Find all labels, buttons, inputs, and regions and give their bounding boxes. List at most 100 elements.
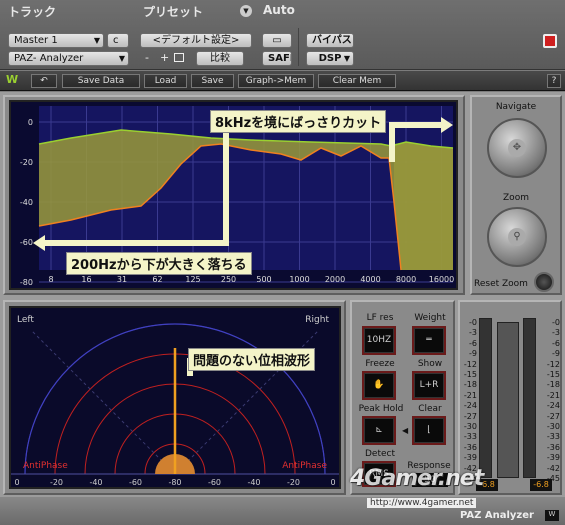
clear-mem-button[interactable]: Clear Mem (318, 74, 396, 88)
peak-hold-label: Peak Hold (358, 404, 404, 414)
watermark-logo: 4Gamer.net (350, 466, 484, 491)
dsp-label: DSP (318, 53, 342, 64)
preset-plus-button[interactable]: + (160, 51, 169, 64)
magnifier-icon: ⚲ (508, 228, 526, 246)
meter-scale-tick: -27 (546, 411, 560, 421)
y-tick-label: -20 (20, 158, 33, 167)
peak-hold-button[interactable]: ⊾ (362, 416, 396, 445)
weight-label: Weight (414, 313, 446, 323)
watermark-url: http://www.4gamer.net (367, 498, 477, 508)
lf-res-value: 10HZ (366, 335, 392, 345)
left-label: Left (17, 315, 34, 325)
position-display[interactable]: 0 -20 -40 -60 -80 -60 -40 -20 0 Left Right AntiP… (9, 306, 341, 489)
meter-scale-tick: -6 (469, 338, 477, 348)
channel-button[interactable]: c (107, 33, 129, 48)
position-x-tick: -20 (287, 478, 300, 487)
help-button[interactable]: ? (547, 74, 561, 88)
meter-scale-tick: -0 (552, 318, 560, 327)
automation-icon[interactable]: ▭ (262, 33, 292, 48)
annot-arrow-bottom (39, 240, 229, 246)
meter-scale-tick: -12 (546, 359, 560, 369)
meter-scale-tick: -3 (469, 328, 477, 338)
position-x-tick: -40 (247, 478, 260, 487)
meter-right-1 (523, 318, 536, 478)
copy-icon[interactable] (174, 53, 184, 62)
right-label: Right (305, 315, 329, 325)
meter-left-1 (479, 318, 492, 478)
meter-left-2 (497, 322, 519, 478)
chevron-down-icon: ▼ (118, 54, 125, 63)
x-tick-label: 8 (48, 275, 53, 284)
meter-scale-tick: -12 (463, 359, 477, 369)
meter-scale-tick: -15 (463, 370, 477, 379)
zoom-pad[interactable]: ⚲ (487, 207, 547, 267)
preset-minus-button[interactable]: - (145, 51, 149, 64)
y-tick-label: -40 (20, 198, 33, 207)
position-x-tick: 0 (14, 478, 19, 487)
undo-icon[interactable]: ↶ (31, 74, 57, 88)
clear-label: Clear (418, 404, 442, 414)
reset-zoom-button[interactable] (534, 272, 554, 292)
safe-button[interactable]: SAFE (262, 51, 292, 66)
navigate-pad[interactable]: ✥ (487, 118, 547, 178)
meter-readout-right: -6.8 (530, 479, 552, 491)
graph-to-mem-button[interactable]: Graph->Mem (238, 74, 314, 88)
lf-res-button[interactable]: 10HZ (362, 326, 396, 355)
insert-name: PAZ- Analyzer (14, 53, 84, 64)
peak-graph-icon: ⊾ (375, 425, 383, 435)
meter-scale-tick: -36 (546, 442, 560, 452)
position-x-tick: -20 (50, 478, 63, 487)
zoom-label: Zoom (503, 193, 529, 203)
flat-line-icon: ═ (426, 335, 432, 345)
dsp-button[interactable]: DSP ▼ (306, 51, 354, 66)
move-arrows-icon: ✥ (508, 139, 526, 157)
x-tick-label: 500 (256, 275, 271, 284)
meter-scale-tick: -39 (546, 453, 560, 463)
x-tick-label: 16000 (429, 275, 454, 284)
position-x-tick: 0 (330, 478, 335, 487)
meter-scale-tick: -15 (546, 370, 560, 379)
x-tick-label: 2000 (325, 275, 345, 284)
meter-scale-tick: -30 (546, 422, 560, 431)
meter-scale-tick: -3 (552, 328, 560, 338)
freeze-button[interactable]: ✋ (362, 371, 396, 400)
save-button[interactable]: Save (191, 74, 234, 88)
compare-button[interactable]: 比較 (196, 51, 244, 66)
load-button[interactable]: Load (144, 74, 187, 88)
annotation-bottom: 200Hzから下が大きく落ちる (66, 252, 252, 275)
left-arrow-icon: ◀ (402, 426, 409, 435)
detect-label: Detect (364, 449, 395, 459)
show-button[interactable]: L+R (412, 371, 446, 400)
clear-button[interactable]: ⌊ (412, 416, 446, 445)
reset-zoom-label: Reset Zoom (474, 279, 528, 289)
insert-select[interactable]: PAZ- Analyzer ▼ (8, 51, 129, 66)
weight-button[interactable]: ═ (412, 326, 446, 355)
meter-scale-tick: -30 (463, 422, 477, 431)
meter-scale-tick: -24 (463, 401, 477, 411)
x-tick-label: 125 (185, 275, 200, 284)
meter-scale-tick: -6 (552, 338, 560, 348)
preset-select[interactable]: <デフォルト設定> (140, 33, 252, 48)
antiphase-right-label: AntiPhase (282, 461, 327, 471)
meter-scale-tick: -24 (546, 401, 560, 411)
track-select[interactable]: Master 1 ▼ (8, 33, 104, 48)
preset-menu-arrow-icon[interactable]: ▼ (240, 5, 252, 17)
clear-graph-icon: ⌊ (427, 425, 431, 435)
auto-label: Auto (263, 3, 295, 17)
waves-logo-icon: W (6, 73, 19, 86)
meter-scale-right: -0 -3 -6 -9 -12 -15 -18 -21 -24 -27 -30 -33 -36 -39 -4… (540, 318, 560, 488)
hand-icon: ✋ (373, 380, 385, 390)
meter-scale-tick: -9 (469, 349, 477, 359)
track-label: トラック (8, 5, 57, 19)
track-name: Master 1 (14, 35, 58, 46)
bypass-button[interactable]: バイパス (306, 33, 354, 48)
x-tick-label: 4000 (360, 275, 380, 284)
position-x-tick: -60 (208, 478, 221, 487)
save-data-button[interactable]: Save Data (62, 74, 140, 88)
meter-scale-tick: -9 (552, 349, 560, 359)
x-tick-label: 62 (152, 275, 162, 284)
x-tick-label: 1000 (289, 275, 309, 284)
divider (298, 28, 299, 66)
meter-scale-tick: -21 (463, 390, 477, 400)
plugin-window-icon[interactable] (543, 34, 557, 48)
